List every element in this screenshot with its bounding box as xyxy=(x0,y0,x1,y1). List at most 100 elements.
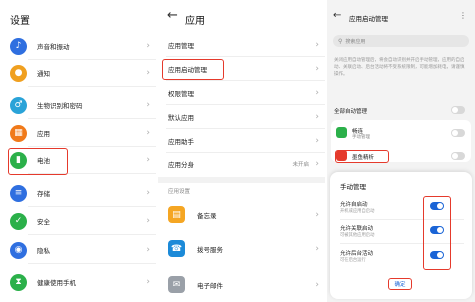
settings-item-label: 安全 xyxy=(37,218,50,226)
all-auto-toggle[interactable] xyxy=(451,106,465,114)
shield-icon: ✓ xyxy=(10,212,27,230)
app-settings-label: 备忘录 xyxy=(197,211,217,220)
storage-icon: ≡ xyxy=(10,184,27,202)
settings-item[interactable]: ◉ 隐私 › xyxy=(0,241,156,259)
settings-item[interactable]: ▦ 应用 › xyxy=(0,124,156,142)
key-icon: ♂ xyxy=(10,96,27,114)
manual-manage-dialog: 手动管理 允许自启动 开机或应用自启动 允许关联启动 可被其他应用启动 允许后台活动 可在… xyxy=(330,172,472,299)
phone-icon: ☎ xyxy=(168,240,185,257)
divider xyxy=(28,234,156,235)
app-highlight xyxy=(335,150,389,163)
settings-item-label: 应用 xyxy=(37,130,50,138)
divider xyxy=(28,118,156,119)
apps-item[interactable]: 权限管理 › xyxy=(158,86,325,100)
apps-item[interactable]: 默认应用 › xyxy=(158,110,325,124)
divider xyxy=(166,104,325,105)
chevron-right-icon: › xyxy=(315,64,319,74)
more-icon[interactable]: ⋮ xyxy=(459,11,467,20)
settings-item-label: 生物识别和密码 xyxy=(37,102,83,110)
chevron-right-icon: › xyxy=(146,100,150,110)
sound-icon: ♪ xyxy=(10,37,27,55)
apps-item-label: 应用助手 xyxy=(168,138,194,146)
option-desc: 可在后台运行 xyxy=(340,258,366,263)
launch-manager-highlight xyxy=(162,59,224,80)
settings-item-label: 存储 xyxy=(37,190,50,198)
chevron-right-icon: › xyxy=(315,279,319,290)
apps-item-label: 默认应用 xyxy=(168,114,194,122)
chevron-right-icon: › xyxy=(146,128,150,138)
app-settings-item[interactable]: ▤ 备忘录 › xyxy=(158,206,325,223)
app-settings-item[interactable]: ☎ 拨号服务 › xyxy=(158,240,325,257)
apps-item-label: 应用管理 xyxy=(168,42,194,50)
apps-item[interactable]: 应用助手 › xyxy=(158,134,325,148)
settings-item-label: 隐私 xyxy=(37,247,50,255)
settings-item[interactable]: ⧗ 健康使用手机 › xyxy=(0,273,156,291)
section-header: 应用设置 xyxy=(168,189,191,195)
chevron-right-icon: › xyxy=(315,159,319,169)
chevron-right-icon: › xyxy=(146,245,150,255)
chevron-right-icon: › xyxy=(146,41,150,51)
settings-item[interactable]: ● 通知 › xyxy=(0,64,156,82)
chevron-right-icon: › xyxy=(146,277,150,287)
battery-highlight xyxy=(8,148,68,175)
all-auto-label: 全部自动管理 xyxy=(334,109,368,115)
page-title: 应用启动管理 xyxy=(349,15,388,23)
apps-item-label: 应用分身 xyxy=(168,161,194,169)
chevron-right-icon: › xyxy=(315,40,319,50)
chevron-right-icon: › xyxy=(315,209,319,220)
chevron-right-icon: › xyxy=(315,112,319,122)
mail-icon: ✉ xyxy=(168,276,185,293)
page-title: 应用 xyxy=(185,16,205,27)
chevron-right-icon: › xyxy=(315,136,319,146)
divider xyxy=(166,56,325,57)
settings-item[interactable]: ♪ 声音和振动 › xyxy=(0,37,156,55)
settings-item-label: 声音和振动 xyxy=(37,43,70,51)
section-divider xyxy=(158,177,325,183)
app-icon xyxy=(336,127,347,138)
settings-item-label: 通知 xyxy=(37,70,50,78)
settings-item[interactable]: ≡ 存储 › xyxy=(0,184,156,202)
toggles-highlight xyxy=(423,196,451,270)
divider xyxy=(28,146,156,147)
bell-icon: ● xyxy=(10,64,27,82)
launch-manager-panel: ← 应用启动管理 ⋮ ⚲ 搜索应用 关闭应用自动管理后，将会自动识别并开启手动管… xyxy=(327,0,475,302)
settings-item[interactable]: ♂ 生物识别和密码 › xyxy=(0,96,156,114)
option-desc: 开机或应用自启动 xyxy=(340,209,375,214)
hourglass-icon: ⧗ xyxy=(10,273,27,291)
privacy-icon: ◉ xyxy=(10,241,27,259)
divider xyxy=(28,86,156,87)
divider xyxy=(166,152,325,153)
settings-panel: 设置 ♪ 声音和振动 › ● 通知 › ♂ 生物识别和密码 › ▦ 应用 › ▮ 电池 › ≡ 存储 › ✓ 安全 › ◉… xyxy=(0,0,156,302)
apps-panel: ← 应用 应用管理 › 应用启动管理 › 权限管理 › 默认应用 › 应用助手 › 应用分身 未开启 ›… xyxy=(158,0,325,302)
app-auto-toggle[interactable] xyxy=(451,152,465,160)
option-desc: 可被其他应用启动 xyxy=(340,233,375,238)
apps-item[interactable]: 应用分身 未开启 › xyxy=(158,157,325,171)
apps-item-value: 未开启 xyxy=(292,162,309,168)
ok-button[interactable]: 确定 xyxy=(388,278,412,290)
divider xyxy=(28,206,156,207)
chevron-right-icon: › xyxy=(146,216,150,226)
back-arrow-icon[interactable]: ← xyxy=(167,8,178,23)
memo-icon: ▤ xyxy=(168,206,185,223)
divider xyxy=(166,128,325,129)
option-label: 允许后台活动 xyxy=(340,251,374,257)
apps-icon: ▦ xyxy=(10,124,27,142)
app-auto-toggle[interactable] xyxy=(451,129,465,137)
apps-item[interactable]: 应用管理 › xyxy=(158,38,325,52)
option-label: 允许关联启动 xyxy=(340,226,374,232)
divider xyxy=(28,59,156,60)
dialog-title: 手动管理 xyxy=(340,183,366,191)
divider xyxy=(28,263,156,264)
search-icon: ⚲ xyxy=(338,37,343,45)
settings-item[interactable]: ✓ 安全 › xyxy=(0,212,156,230)
chevron-right-icon: › xyxy=(315,243,319,254)
option-label: 允许自启动 xyxy=(340,202,368,208)
chevron-right-icon: › xyxy=(315,88,319,98)
app-settings-label: 拨号服务 xyxy=(197,245,223,254)
settings-item-label: 健康使用手机 xyxy=(37,279,76,287)
app-settings-item[interactable]: ✉ 电子邮件 › xyxy=(158,276,325,293)
search-input[interactable]: ⚲ 搜索应用 xyxy=(333,35,469,47)
apps-item-label: 权限管理 xyxy=(168,90,194,98)
app-settings-label: 电子邮件 xyxy=(197,281,223,290)
back-arrow-icon[interactable]: ← xyxy=(333,10,341,21)
